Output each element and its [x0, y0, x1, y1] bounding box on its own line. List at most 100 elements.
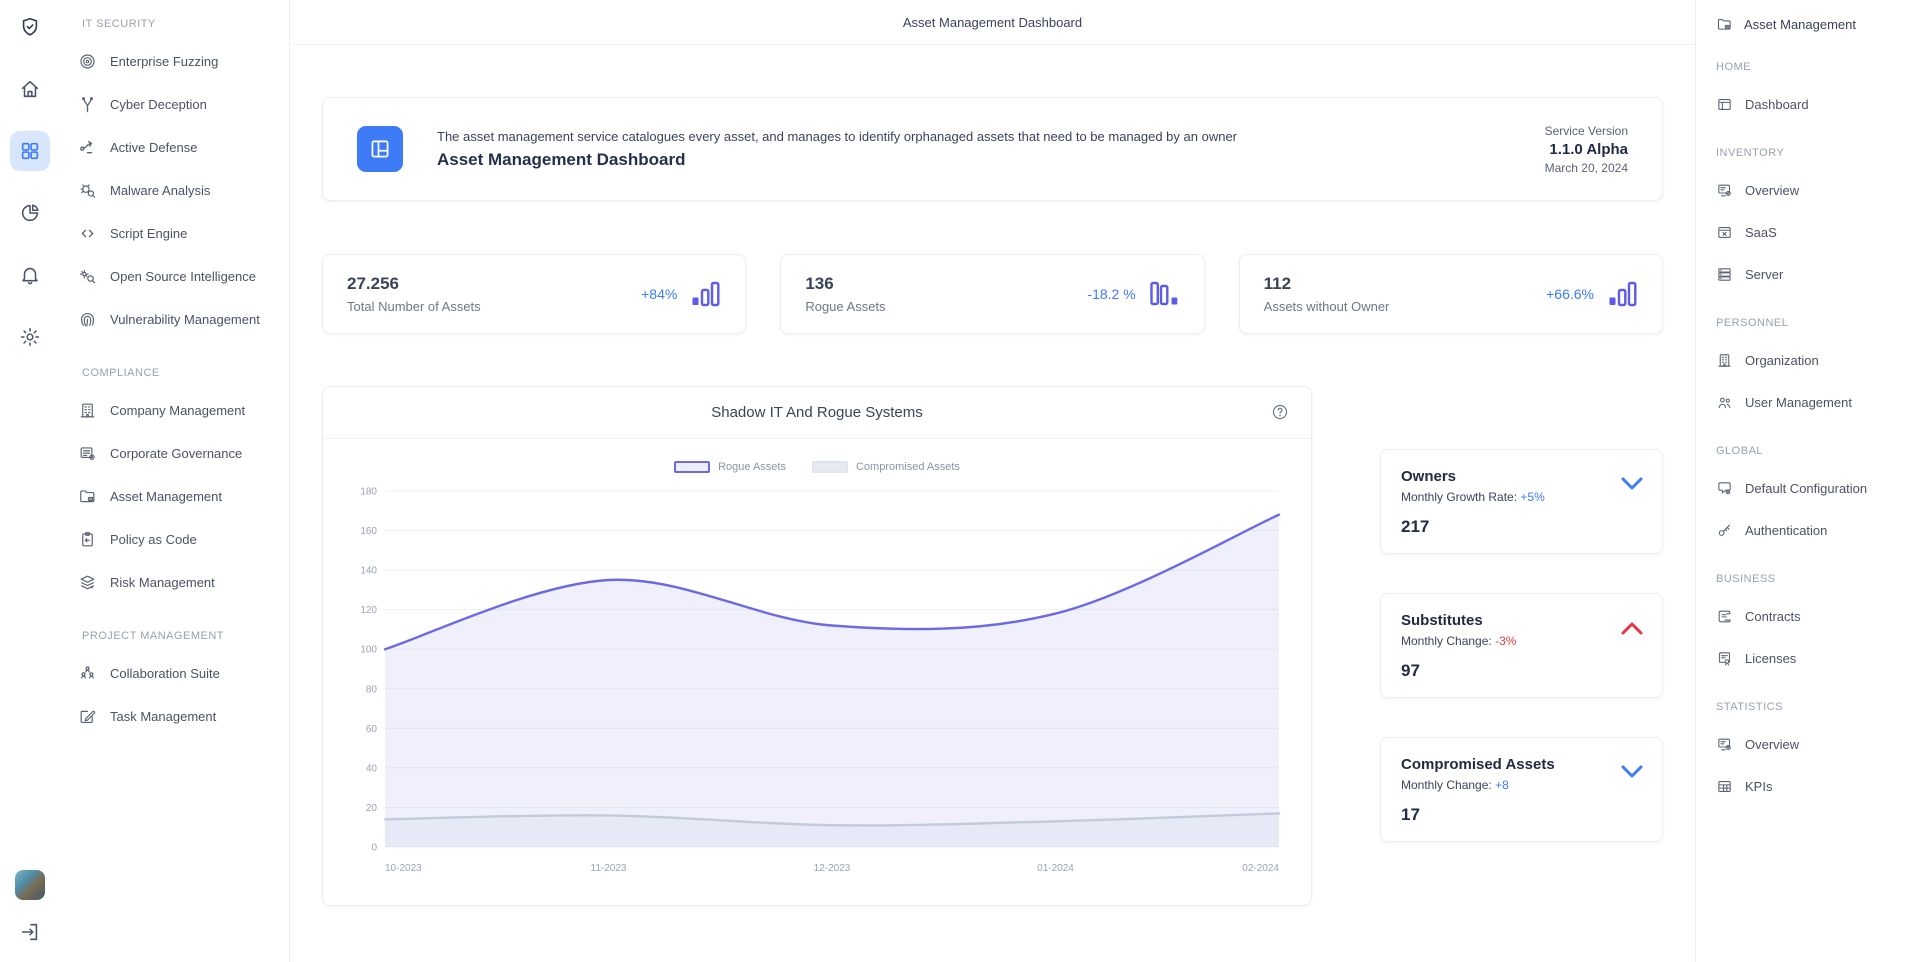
rightbar-item-label: Licenses — [1745, 651, 1796, 666]
sidebar-item-open-source-intelligence[interactable]: Open Source Intelligence — [78, 255, 289, 298]
svg-text:60: 60 — [366, 724, 378, 735]
left-sidebar: IT SECURITY Enterprise Fuzzing Cyber Dec… — [60, 0, 290, 962]
section-label: GLOBAL — [1716, 445, 1920, 457]
company-building-icon — [1716, 352, 1733, 369]
svg-text:140: 140 — [360, 566, 377, 577]
main-panel: The asset management service catalogues … — [290, 44, 1695, 962]
help-icon[interactable] — [1271, 403, 1289, 421]
side-cards-column: Owners Monthly Growth Rate: +5% 217 Subs… — [1380, 386, 1663, 881]
avatar[interactable] — [15, 870, 45, 900]
sidebar-item-policy-as-code[interactable]: Policy as Code — [78, 518, 289, 561]
section-label: PERSONNEL — [1716, 317, 1920, 329]
folder-icon — [1716, 16, 1733, 33]
svg-text:0: 0 — [371, 843, 377, 854]
clipboard-arrow-icon — [78, 530, 97, 549]
chevron-up-icon[interactable] — [1620, 620, 1644, 636]
rightbar-item-default-configuration[interactable]: Default Configuration — [1716, 467, 1920, 509]
right-sidebar-header[interactable]: Asset Management — [1716, 16, 1920, 33]
rightbar-item-organization[interactable]: Organization — [1716, 339, 1920, 381]
task-edit-icon — [78, 707, 97, 726]
rightbar-item-label: Server — [1745, 267, 1783, 282]
bell-icon[interactable] — [10, 255, 50, 295]
rightbar-item-label: Overview — [1745, 737, 1799, 752]
sidebar-item-malware-analysis[interactable]: Malware Analysis — [78, 169, 289, 212]
sidebar-item-risk-management[interactable]: Risk Management — [78, 561, 289, 604]
svg-text:20: 20 — [366, 803, 378, 814]
mini-card-title: Compromised Assets — [1401, 756, 1642, 773]
mini-card-value: 217 — [1401, 517, 1642, 537]
sidebar-item-label: Collaboration Suite — [110, 666, 220, 681]
window-icon — [1716, 96, 1733, 113]
service-version-label: Service Version — [1545, 124, 1628, 138]
sidebar-item-asset-management[interactable]: Asset Management — [78, 475, 289, 518]
sidebar-item-label: Active Defense — [110, 140, 197, 155]
rightbar-item-kpis[interactable]: KPIs — [1716, 765, 1920, 807]
rightbar-item-saas[interactable]: SaaS — [1716, 211, 1920, 253]
svg-text:40: 40 — [366, 763, 378, 774]
home-icon[interactable] — [10, 69, 50, 109]
service-version-date: March 20, 2024 — [1545, 161, 1628, 175]
sidebar-item-collaboration-suite[interactable]: Collaboration Suite — [78, 652, 289, 695]
page-title: Asset Management Dashboard — [290, 0, 1695, 44]
sidebar-item-corporate-governance[interactable]: Corporate Governance — [78, 432, 289, 475]
dashboard-grid-icon[interactable] — [10, 131, 50, 171]
stat-card-assets-without-owner: 112 Assets without Owner +66.6% — [1239, 254, 1663, 334]
sign-out-icon[interactable] — [10, 912, 50, 952]
rightbar-item-user-management[interactable]: User Management — [1716, 381, 1920, 423]
table-icon — [1716, 778, 1733, 795]
banner-description: The asset management service catalogues … — [437, 129, 1545, 144]
rightbar-item-label: Default Configuration — [1745, 481, 1867, 496]
dashboard-tile-icon — [357, 126, 403, 172]
sidebar-item-active-defense[interactable]: Active Defense — [78, 126, 289, 169]
banner-title: Asset Management Dashboard — [437, 150, 1545, 170]
svg-text:02-2024: 02-2024 — [1242, 863, 1279, 874]
rightbar-item-server[interactable]: Server — [1716, 253, 1920, 295]
chart-title: Shadow IT And Rogue Systems — [711, 404, 923, 421]
sidebar-item-vulnerability-management[interactable]: Vulnerability Management — [78, 298, 289, 341]
right-sidebar: Asset Management HOME Dashboard INVENTOR… — [1695, 0, 1920, 962]
rightbar-item-contracts[interactable]: Contracts — [1716, 595, 1920, 637]
gear-icon[interactable] — [10, 317, 50, 357]
mini-card-sublabel: Monthly Growth Rate: — [1401, 490, 1517, 504]
rightbar-item-licenses[interactable]: Licenses — [1716, 637, 1920, 679]
legend-label: Rogue Assets — [718, 461, 786, 473]
legend-item-compromised-assets[interactable]: Compromised Assets — [812, 461, 960, 473]
stat-label: Rogue Assets — [805, 299, 1087, 314]
folder-icon — [78, 487, 97, 506]
legend-label: Compromised Assets — [856, 461, 960, 473]
rightbar-item-dashboard[interactable]: Dashboard — [1716, 83, 1920, 125]
bars-up-icon — [1608, 281, 1638, 307]
rightbar-item-label: User Management — [1745, 395, 1852, 410]
pie-chart-icon[interactable] — [10, 193, 50, 233]
section-label: PROJECT MANAGEMENT — [82, 630, 289, 642]
rightbar-item-stats-overview[interactable]: Overview — [1716, 723, 1920, 765]
layers-icon — [78, 573, 97, 592]
chevron-down-icon[interactable] — [1620, 476, 1644, 492]
rightbar-item-overview[interactable]: Overview — [1716, 169, 1920, 211]
chevron-down-icon[interactable] — [1620, 764, 1644, 780]
sidebar-item-script-engine[interactable]: Script Engine — [78, 212, 289, 255]
rightbar-item-authentication[interactable]: Authentication — [1716, 509, 1920, 551]
sidebar-item-company-management[interactable]: Company Management — [78, 389, 289, 432]
svg-text:100: 100 — [360, 645, 377, 656]
svg-text:01-2024: 01-2024 — [1037, 863, 1074, 874]
svg-text:11-2023: 11-2023 — [591, 863, 627, 874]
bars-up-icon — [691, 281, 721, 307]
section-label: INVENTORY — [1716, 147, 1920, 159]
banner-card: The asset management service catalogues … — [322, 97, 1663, 201]
certificate-icon — [1716, 650, 1733, 667]
server-icon — [1716, 266, 1733, 283]
stat-label: Total Number of Assets — [347, 299, 641, 314]
legend-item-rogue-assets[interactable]: Rogue Assets — [674, 461, 786, 473]
sidebar-item-label: Enterprise Fuzzing — [110, 54, 218, 69]
target-icon — [78, 52, 97, 71]
icon-rail — [0, 0, 60, 962]
sidebar-item-label: Corporate Governance — [110, 446, 242, 461]
sidebar-item-cyber-deception[interactable]: Cyber Deception — [78, 83, 289, 126]
sidebar-item-task-management[interactable]: Task Management — [78, 695, 289, 738]
sidebar-item-label: Open Source Intelligence — [110, 269, 256, 284]
sidebar-item-enterprise-fuzzing[interactable]: Enterprise Fuzzing — [78, 40, 289, 83]
mini-card-title: Substitutes — [1401, 612, 1642, 629]
chart-card: Shadow IT And Rogue Systems Rogue Assets… — [322, 386, 1312, 906]
rightbar-item-label: Dashboard — [1745, 97, 1809, 112]
